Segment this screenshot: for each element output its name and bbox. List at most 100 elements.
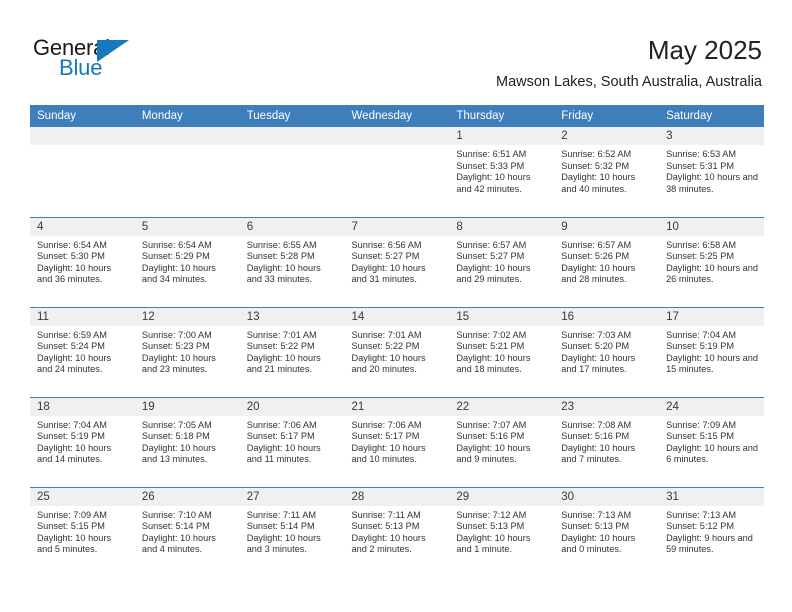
- day-number: 2: [554, 127, 660, 145]
- daylight-text: Daylight: 10 hours and 7 minutes.: [561, 442, 636, 465]
- daylight-text: Daylight: 10 hours and 15 minutes.: [666, 352, 758, 375]
- sunset-text: Sunset: 5:13 PM: [561, 521, 630, 532]
- sunset-text: Sunset: 5:17 PM: [246, 431, 315, 442]
- calendar-day-cell[interactable]: 9 Sunrise: 6:57 AM Sunset: 5:26 PM Daylight…: [554, 216, 660, 307]
- calendar-day-cell[interactable]: 10 Sunrise: 6:58 AM Sunset: 5:25 PM Dayligh…: [659, 216, 764, 307]
- sunrise-text: Sunrise: 7:09 AM: [666, 419, 737, 430]
- sunrise-text: Sunrise: 7:12 AM: [456, 509, 527, 520]
- weekday-header-wednesday: Wednesday: [344, 105, 450, 127]
- calendar-day-cell[interactable]: 30 Sunrise: 7:13 AM Sunset: 5:13 PM Dayligh…: [554, 486, 660, 577]
- sunset-text: Sunset: 5:28 PM: [246, 251, 315, 262]
- sunrise-text: Sunrise: 6:53 AM: [666, 149, 737, 159]
- logo-text-blue: Blue: [59, 55, 103, 80]
- sunset-text: Sunset: 5:21 PM: [456, 341, 525, 352]
- sunrise-text: Sunrise: 7:06 AM: [351, 419, 422, 430]
- daylight-text: Daylight: 10 hours and 14 minutes.: [37, 442, 112, 465]
- day-number: 4: [30, 217, 135, 236]
- sunset-text: Sunset: 5:24 PM: [37, 341, 105, 352]
- calendar-day-cell[interactable]: 18 Sunrise: 7:04 AM Sunset: 5:19 PM Dayligh…: [30, 396, 135, 487]
- day-sun-info: Sunrise: 7:11 AM Sunset: 5:13 PM Daylight:…: [345, 506, 450, 556]
- sunset-text: Sunset: 5:20 PM: [561, 341, 630, 352]
- daylight-text: Daylight: 10 hours and 33 minutes.: [246, 262, 321, 285]
- day-number: 12: [134, 307, 240, 326]
- daylight-text: Daylight: 10 hours and 36 minutes.: [37, 262, 112, 285]
- calendar-day-cell-empty: [30, 127, 135, 217]
- calendar-body: 1 Sunrise: 6:51 AM Sunset: 5:33 PM Daylight…: [30, 127, 764, 577]
- weekday-header-tuesday: Tuesday: [239, 105, 345, 127]
- calendar-day-cell[interactable]: 19 Sunrise: 7:05 AM Sunset: 5:18 PM Dayligh…: [134, 396, 240, 487]
- calendar-page: General Blue May 2025 Mawson Lakes, Sout…: [0, 0, 792, 612]
- sunset-text: Sunset: 5:13 PM: [456, 521, 525, 532]
- calendar-day-cell[interactable]: 12 Sunrise: 7:00 AM Sunset: 5:23 PM Dayligh…: [134, 306, 240, 397]
- calendar-day-cell[interactable]: 29 Sunrise: 7:12 AM Sunset: 5:13 PM Dayligh…: [449, 486, 555, 577]
- calendar-day-cell[interactable]: 23 Sunrise: 7:08 AM Sunset: 5:16 PM Dayligh…: [554, 396, 660, 487]
- day-number: 27: [239, 487, 345, 506]
- day-sun-info: Sunrise: 7:06 AM Sunset: 5:17 PM Daylight:…: [345, 416, 450, 466]
- sunrise-text: Sunrise: 6:54 AM: [37, 239, 107, 250]
- calendar-day-cell[interactable]: 17 Sunrise: 7:04 AM Sunset: 5:19 PM Dayligh…: [659, 306, 764, 397]
- calendar-day-cell[interactable]: 4 Sunrise: 6:54 AM Sunset: 5:30 PM Daylight…: [30, 216, 135, 307]
- calendar-day-cell[interactable]: 27 Sunrise: 7:11 AM Sunset: 5:14 PM Dayligh…: [239, 486, 345, 577]
- sunset-text: Sunset: 5:30 PM: [37, 251, 105, 262]
- page-title: May 2025: [647, 35, 762, 65]
- calendar-day-cell[interactable]: 28 Sunrise: 7:11 AM Sunset: 5:13 PM Dayligh…: [344, 486, 450, 577]
- day-number: 3: [659, 127, 764, 145]
- calendar-day-cell[interactable]: 20 Sunrise: 7:06 AM Sunset: 5:17 PM Dayligh…: [239, 396, 345, 487]
- sunrise-text: Sunrise: 7:03 AM: [561, 329, 632, 340]
- calendar-day-cell[interactable]: 25 Sunrise: 7:09 AM Sunset: 5:15 PM Dayligh…: [30, 486, 135, 577]
- calendar-day-cell[interactable]: 11 Sunrise: 6:59 AM Sunset: 5:24 PM Dayligh…: [30, 306, 135, 397]
- day-sun-info: Sunrise: 6:57 AM Sunset: 5:27 PM Daylight:…: [449, 236, 554, 286]
- calendar-day-cell[interactable]: 16 Sunrise: 7:03 AM Sunset: 5:20 PM Dayligh…: [554, 306, 660, 397]
- calendar-day-cell[interactable]: 31 Sunrise: 7:13 AM Sunset: 5:12 PM Dayligh…: [659, 486, 764, 577]
- calendar-day-cell[interactable]: 1 Sunrise: 6:51 AM Sunset: 5:33 PM Daylight…: [449, 127, 555, 217]
- daylight-text: Daylight: 10 hours and 38 minutes.: [666, 172, 758, 194]
- calendar-day-cell[interactable]: 8 Sunrise: 6:57 AM Sunset: 5:27 PM Daylight…: [449, 216, 555, 307]
- page-header: General Blue May 2025 Mawson Lakes, Sout…: [0, 0, 792, 100]
- sunrise-text: Sunrise: 6:54 AM: [141, 239, 212, 250]
- calendar-day-cell[interactable]: 24 Sunrise: 7:09 AM Sunset: 5:15 PM Dayligh…: [659, 396, 764, 487]
- calendar-day-cell-empty: [344, 127, 450, 217]
- day-sun-info: Sunrise: 7:07 AM Sunset: 5:16 PM Daylight:…: [449, 416, 554, 466]
- day-sun-info: Sunrise: 7:09 AM Sunset: 5:15 PM Daylight:…: [30, 506, 135, 556]
- sunset-text: Sunset: 5:18 PM: [141, 431, 210, 442]
- sunset-text: Sunset: 5:22 PM: [246, 341, 315, 352]
- sunset-text: Sunset: 5:14 PM: [141, 521, 210, 532]
- calendar-day-cell[interactable]: 14 Sunrise: 7:01 AM Sunset: 5:22 PM Dayligh…: [344, 306, 450, 397]
- calendar-week-row: 1 Sunrise: 6:51 AM Sunset: 5:33 PM Daylight…: [30, 127, 764, 217]
- weekday-header-thursday: Thursday: [449, 105, 555, 127]
- day-number: 8: [449, 217, 555, 236]
- sunset-text: Sunset: 5:22 PM: [351, 341, 420, 352]
- sunrise-sunset-calendar-table: Sunday Monday Tuesday Wednesday Thursday…: [30, 105, 764, 577]
- day-sun-info: Sunrise: 7:00 AM Sunset: 5:23 PM Daylight:…: [135, 326, 240, 376]
- calendar-day-cell[interactable]: 22 Sunrise: 7:07 AM Sunset: 5:16 PM Dayligh…: [449, 396, 555, 487]
- sunrise-text: Sunrise: 7:04 AM: [37, 419, 107, 430]
- calendar-day-cell[interactable]: 2 Sunrise: 6:52 AM Sunset: 5:32 PM Daylight…: [554, 127, 660, 217]
- day-sun-info: Sunrise: 7:03 AM Sunset: 5:20 PM Daylight:…: [554, 326, 659, 376]
- calendar-day-cell-empty: [239, 127, 345, 217]
- calendar-day-cell[interactable]: 7 Sunrise: 6:56 AM Sunset: 5:27 PM Daylight…: [344, 216, 450, 307]
- calendar-day-cell[interactable]: 6 Sunrise: 6:55 AM Sunset: 5:28 PM Daylight…: [239, 216, 345, 307]
- daylight-text: Daylight: 10 hours and 4 minutes.: [141, 532, 216, 555]
- calendar-day-cell[interactable]: 21 Sunrise: 7:06 AM Sunset: 5:17 PM Dayligh…: [344, 396, 450, 487]
- calendar-day-cell[interactable]: 26 Sunrise: 7:10 AM Sunset: 5:14 PM Dayligh…: [134, 486, 240, 577]
- sunset-text: Sunset: 5:12 PM: [666, 521, 734, 532]
- sunrise-text: Sunrise: 7:05 AM: [141, 419, 212, 430]
- calendar-day-cell[interactable]: 3 Sunrise: 6:53 AM Sunset: 5:31 PM Daylight…: [659, 127, 764, 217]
- day-number: 11: [30, 307, 135, 326]
- sunrise-text: Sunrise: 7:09 AM: [37, 509, 107, 520]
- sunrise-text: Sunrise: 7:06 AM: [246, 419, 317, 430]
- sunset-text: Sunset: 5:19 PM: [666, 341, 734, 352]
- day-number: 25: [30, 487, 135, 506]
- day-number: 14: [344, 307, 450, 326]
- calendar-header-row: Sunday Monday Tuesday Wednesday Thursday…: [30, 105, 764, 127]
- sunrise-text: Sunrise: 7:10 AM: [141, 509, 212, 520]
- day-number: 23: [554, 397, 660, 416]
- calendar-day-cell[interactable]: 15 Sunrise: 7:02 AM Sunset: 5:21 PM Dayligh…: [449, 306, 555, 397]
- day-sun-info: Sunrise: 7:01 AM Sunset: 5:22 PM Daylight:…: [345, 326, 450, 376]
- day-sun-info: Sunrise: 6:53 AM Sunset: 5:31 PM Daylight:…: [659, 145, 764, 195]
- calendar-day-cell[interactable]: 5 Sunrise: 6:54 AM Sunset: 5:29 PM Daylight…: [134, 216, 240, 307]
- sunrise-text: Sunrise: 6:56 AM: [351, 239, 422, 250]
- calendar-day-cell[interactable]: 13 Sunrise: 7:01 AM Sunset: 5:22 PM Dayligh…: [239, 306, 345, 397]
- day-sun-info: Sunrise: 6:54 AM Sunset: 5:30 PM Daylight:…: [30, 236, 135, 286]
- day-number: 28: [344, 487, 450, 506]
